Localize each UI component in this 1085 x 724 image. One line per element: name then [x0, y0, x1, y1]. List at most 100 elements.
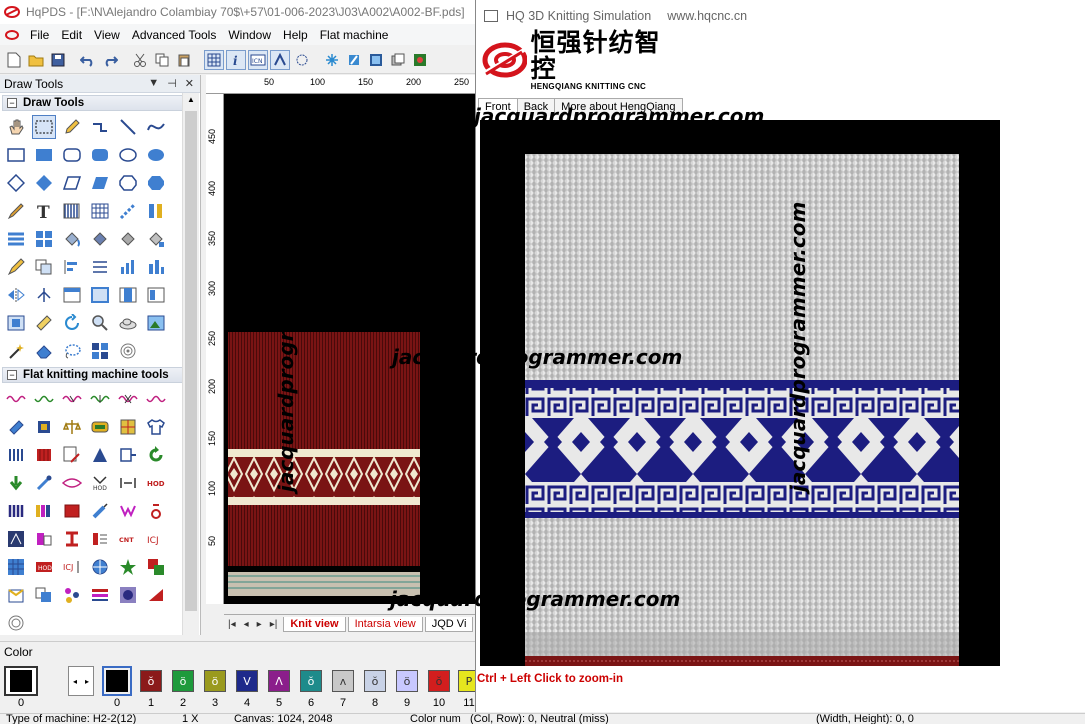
- list-red-icon[interactable]: [88, 527, 112, 551]
- polyline-icon[interactable]: [88, 115, 112, 139]
- color-prev-icon[interactable]: ◂: [73, 677, 77, 686]
- spiral-icon[interactable]: [4, 611, 28, 635]
- scale-icon[interactable]: [60, 415, 84, 439]
- simulation-view[interactable]: [480, 120, 1000, 666]
- vertical-bars-icon[interactable]: [144, 199, 168, 223]
- cross-stitch-icon[interactable]: [116, 387, 140, 411]
- fill-bucket-icon[interactable]: [60, 227, 84, 251]
- line-icon[interactable]: [116, 115, 140, 139]
- color-swatch[interactable]: ŏ: [140, 670, 162, 692]
- rotate-icon[interactable]: [60, 311, 84, 335]
- filled-octagon-icon[interactable]: [144, 171, 168, 195]
- section-flat-knitting[interactable]: − Flat knitting machine tools: [2, 367, 198, 383]
- column-pattern-icon[interactable]: [60, 199, 84, 223]
- hod-icon[interactable]: HOD: [88, 471, 112, 495]
- knit-image-icon[interactable]: [4, 527, 28, 551]
- horizontal-lines-icon[interactable]: [4, 227, 28, 251]
- slope-icon[interactable]: [144, 583, 168, 607]
- dots-line-icon[interactable]: [116, 199, 140, 223]
- purl-stitch-icon[interactable]: [32, 387, 56, 411]
- magic-wand-icon[interactable]: [4, 339, 28, 363]
- paste-pattern-icon[interactable]: [4, 583, 28, 607]
- column-align-icon[interactable]: [144, 255, 168, 279]
- paste-icon[interactable]: [174, 50, 194, 70]
- crown-shape-icon[interactable]: [116, 499, 140, 523]
- color-swatch[interactable]: Λ: [268, 670, 290, 692]
- color-swatch[interactable]: ŏ: [364, 670, 386, 692]
- filled-ellipse-icon[interactable]: [144, 143, 168, 167]
- color-swatch[interactable]: ŏ: [428, 670, 450, 692]
- copy-pattern-icon[interactable]: [32, 583, 56, 607]
- menu-help[interactable]: Help: [277, 28, 314, 42]
- square-frame-icon[interactable]: [4, 311, 28, 335]
- last-page-icon[interactable]: ▸|: [266, 619, 282, 630]
- stripes-icon[interactable]: [88, 583, 112, 607]
- hook-icon[interactable]: [144, 499, 168, 523]
- section-draw-tools[interactable]: − Draw Tools: [2, 95, 198, 111]
- edit-pattern-icon[interactable]: [60, 443, 84, 467]
- panel-pin-icon[interactable]: ⊣: [167, 77, 177, 90]
- color-swatch[interactable]: V: [236, 670, 258, 692]
- knit-grid-icon[interactable]: [4, 555, 28, 579]
- hod-box-icon[interactable]: HOD: [32, 555, 56, 579]
- open-folder-icon[interactable]: [26, 50, 46, 70]
- magnifier-icon[interactable]: [88, 311, 112, 335]
- band-icon[interactable]: [88, 415, 112, 439]
- down-arrow-icon[interactable]: [4, 471, 28, 495]
- fill-bucket-3-icon[interactable]: [116, 227, 140, 251]
- menu-view[interactable]: View: [88, 28, 126, 42]
- split-view-icon[interactable]: [116, 283, 140, 307]
- undo-icon[interactable]: [78, 50, 98, 70]
- info-icon[interactable]: i: [226, 49, 246, 70]
- redo-icon[interactable]: [100, 50, 120, 70]
- sparkle-icon[interactable]: [322, 50, 342, 70]
- octagon-icon[interactable]: [116, 171, 140, 195]
- icj-icon[interactable]: ICJ: [144, 527, 168, 551]
- transfer-stitch-icon[interactable]: [88, 387, 112, 411]
- tab-intarsia-view[interactable]: Intarsia view: [347, 617, 423, 632]
- halftone-icon[interactable]: [116, 583, 140, 607]
- triangle-icon[interactable]: [88, 443, 112, 467]
- filled-rectangle-icon[interactable]: [32, 143, 56, 167]
- stitch-view-icon[interactable]: [270, 49, 290, 70]
- collapse-icon-2[interactable]: −: [7, 370, 17, 380]
- color-swatch[interactable]: ö: [204, 670, 226, 692]
- stack-icon[interactable]: [388, 50, 408, 70]
- color-swatch[interactable]: ʌ: [332, 670, 354, 692]
- doc-menu-icon[interactable]: [4, 28, 20, 42]
- panel-scrollbar[interactable]: ▲: [182, 93, 199, 635]
- ellipse-icon[interactable]: [116, 143, 140, 167]
- lasso-icon[interactable]: [60, 339, 84, 363]
- ruler-tool-icon[interactable]: [32, 311, 56, 335]
- prev-page-icon[interactable]: ◂: [240, 619, 253, 630]
- bar-lines-icon[interactable]: [4, 499, 28, 523]
- fill-bucket-2-icon[interactable]: [88, 227, 112, 251]
- collapse-icon[interactable]: −: [7, 98, 17, 108]
- diamond-icon[interactable]: [4, 171, 28, 195]
- split-arrow-icon[interactable]: [116, 471, 140, 495]
- lens-icon[interactable]: [60, 471, 84, 495]
- carrier-box-icon[interactable]: [116, 443, 140, 467]
- panel-close-icon[interactable]: ✕: [185, 77, 194, 90]
- rounded-rect-icon[interactable]: [60, 143, 84, 167]
- color-next-icon[interactable]: ▸: [85, 677, 89, 686]
- panel-dropdown-icon[interactable]: ▼: [148, 77, 159, 90]
- tile-icon[interactable]: [88, 339, 112, 363]
- needle-pencil-icon[interactable]: [88, 499, 112, 523]
- panel-icon[interactable]: [144, 283, 168, 307]
- window-icon[interactable]: [60, 283, 84, 307]
- save-icon[interactable]: [48, 50, 68, 70]
- cnt-icon[interactable]: CNT: [116, 527, 140, 551]
- icj-bar-icon[interactable]: ICJ: [60, 555, 84, 579]
- menu-file[interactable]: File: [24, 28, 55, 42]
- tree-icon[interactable]: [32, 283, 56, 307]
- menu-flat-machine[interactable]: Flat machine: [314, 28, 395, 42]
- brush-tool-icon[interactable]: [344, 50, 364, 70]
- color-swatch[interactable]: ŏ: [300, 670, 322, 692]
- fill-bucket-4-icon[interactable]: [144, 227, 168, 251]
- eraser-icon[interactable]: [32, 339, 56, 363]
- icon-view-icon[interactable]: ICN: [248, 49, 268, 70]
- color-pencil-icon[interactable]: [4, 199, 28, 223]
- color-swap-icon[interactable]: [144, 555, 168, 579]
- cycle-icon[interactable]: [144, 443, 168, 467]
